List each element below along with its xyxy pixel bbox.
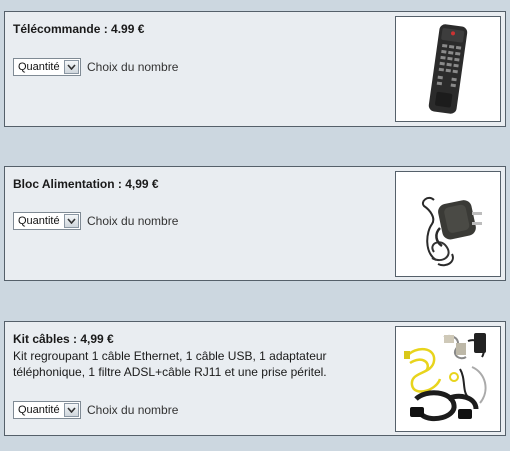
quantity-row: Quantité Choix du nombre [13, 401, 178, 419]
quantity-select-value: Quantité [18, 404, 60, 416]
product-card-power-supply: Bloc Alimentation : 4,99 € Quantité Choi… [4, 166, 506, 281]
quantity-row: Quantité Choix du nombre [13, 212, 178, 230]
quantity-select-value: Quantité [18, 61, 60, 73]
quantity-hint: Choix du nombre [87, 60, 179, 74]
product-title: Bloc Alimentation : 4,99 € [13, 177, 159, 191]
quantity-hint: Choix du nombre [87, 403, 179, 417]
remote-control-image [395, 16, 501, 122]
power-adapter-image [395, 171, 501, 277]
quantity-select[interactable]: Quantité [13, 212, 81, 230]
cable-kit-image [395, 326, 501, 432]
product-card-remote: Télécommande : 4.99 € Quantité Choix du … [4, 11, 506, 127]
quantity-hint: Choix du nombre [87, 214, 179, 228]
chevron-down-icon[interactable] [64, 60, 79, 74]
product-description: Kit regroupant 1 câble Ethernet, 1 câble… [13, 349, 327, 379]
chevron-down-icon[interactable] [64, 403, 79, 417]
quantity-row: Quantité Choix du nombre [13, 58, 178, 76]
product-card-cable-kit: Kit câbles : 4,99 € Kit regroupant 1 câb… [4, 321, 506, 436]
chevron-down-icon[interactable] [64, 214, 79, 228]
quantity-select[interactable]: Quantité [13, 58, 81, 76]
quantity-select-value: Quantité [18, 215, 60, 227]
product-title: Kit câbles : 4,99 € [13, 332, 114, 346]
quantity-select[interactable]: Quantité [13, 401, 81, 419]
product-title: Télécommande : 4.99 € [13, 22, 145, 36]
